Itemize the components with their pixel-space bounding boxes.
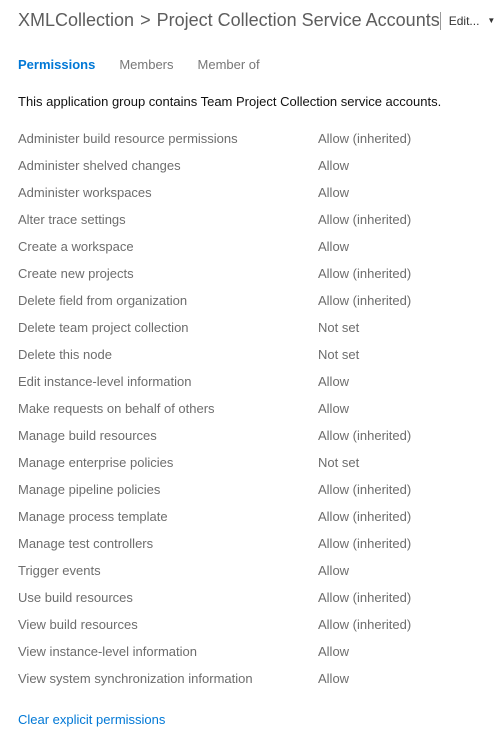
permission-value[interactable]: Allow [318, 374, 484, 389]
breadcrumb: XMLCollection > Project Collection Servi… [18, 10, 440, 31]
permission-row[interactable]: Delete this nodeNot set [18, 341, 484, 368]
tabs: Permissions Members Member of [18, 57, 484, 72]
group-description: This application group contains Team Pro… [18, 94, 484, 109]
permission-value[interactable]: Allow [318, 644, 484, 659]
permission-value[interactable]: Allow [318, 563, 484, 578]
permission-name: Manage build resources [18, 428, 318, 443]
permission-row[interactable]: Manage process templateAllow (inherited) [18, 503, 484, 530]
permissions-table: Administer build resource permissionsAll… [18, 125, 484, 692]
permission-value[interactable]: Allow (inherited) [318, 131, 484, 146]
permission-name: Manage enterprise policies [18, 455, 318, 470]
permission-row[interactable]: View instance-level informationAllow [18, 638, 484, 665]
permission-row[interactable]: Manage pipeline policiesAllow (inherited… [18, 476, 484, 503]
breadcrumb-collection[interactable]: XMLCollection [18, 10, 134, 31]
permission-name: Manage process template [18, 509, 318, 524]
permission-row[interactable]: Delete field from organizationAllow (inh… [18, 287, 484, 314]
breadcrumb-separator: > [140, 10, 151, 31]
permission-name: View build resources [18, 617, 318, 632]
permission-row[interactable]: Alter trace settingsAllow (inherited) [18, 206, 484, 233]
tab-memberof[interactable]: Member of [198, 57, 260, 72]
permission-name: Manage test controllers [18, 536, 318, 551]
permission-value[interactable]: Allow (inherited) [318, 212, 484, 227]
permission-row[interactable]: Use build resourcesAllow (inherited) [18, 584, 484, 611]
permission-name: Manage pipeline policies [18, 482, 318, 497]
permission-value[interactable]: Not set [318, 320, 484, 335]
tab-permissions[interactable]: Permissions [18, 57, 95, 72]
permission-row[interactable]: Manage test controllersAllow (inherited) [18, 530, 484, 557]
permission-row[interactable]: Manage build resourcesAllow (inherited) [18, 422, 484, 449]
permission-name: Create a workspace [18, 239, 318, 254]
permission-name: Administer workspaces [18, 185, 318, 200]
permission-name: View system synchronization information [18, 671, 318, 686]
header-divider [440, 12, 441, 30]
permission-name: Delete this node [18, 347, 318, 362]
tab-members[interactable]: Members [119, 57, 173, 72]
permission-row[interactable]: Edit instance-level informationAllow [18, 368, 484, 395]
permission-name: Administer build resource permissions [18, 131, 318, 146]
permission-row[interactable]: Administer build resource permissionsAll… [18, 125, 484, 152]
breadcrumb-group: Project Collection Service Accounts [157, 10, 440, 31]
permission-value[interactable]: Allow [318, 158, 484, 173]
permission-value[interactable]: Allow (inherited) [318, 482, 484, 497]
permission-value[interactable]: Allow [318, 239, 484, 254]
permission-name: Delete team project collection [18, 320, 318, 335]
permission-name: Delete field from organization [18, 293, 318, 308]
permission-value[interactable]: Allow (inherited) [318, 266, 484, 281]
permission-name: Administer shelved changes [18, 158, 318, 173]
permission-name: Create new projects [18, 266, 318, 281]
permission-value[interactable]: Allow (inherited) [318, 293, 484, 308]
permission-value[interactable]: Allow (inherited) [318, 536, 484, 551]
permission-value[interactable]: Allow (inherited) [318, 509, 484, 524]
permission-value[interactable]: Allow [318, 185, 484, 200]
permission-name: Alter trace settings [18, 212, 318, 227]
permission-name: Trigger events [18, 563, 318, 578]
permission-name: Use build resources [18, 590, 318, 605]
permission-row[interactable]: Create a workspaceAllow [18, 233, 484, 260]
permission-value[interactable]: Allow [318, 401, 484, 416]
permission-value[interactable]: Not set [318, 455, 484, 470]
permission-name: Make requests on behalf of others [18, 401, 318, 416]
permission-value[interactable]: Allow (inherited) [318, 428, 484, 443]
permission-row[interactable]: Administer workspacesAllow [18, 179, 484, 206]
permission-name: View instance-level information [18, 644, 318, 659]
permission-value[interactable]: Not set [318, 347, 484, 362]
permission-name: Edit instance-level information [18, 374, 318, 389]
permission-value[interactable]: Allow (inherited) [318, 590, 484, 605]
permission-row[interactable]: Make requests on behalf of othersAllow [18, 395, 484, 422]
clear-permissions-link[interactable]: Clear explicit permissions [18, 712, 165, 727]
chevron-down-icon[interactable]: ▼ [487, 16, 495, 25]
permission-row[interactable]: Administer shelved changesAllow [18, 152, 484, 179]
permission-row[interactable]: Manage enterprise policiesNot set [18, 449, 484, 476]
permission-row[interactable]: Trigger eventsAllow [18, 557, 484, 584]
permission-row[interactable]: View build resourcesAllow (inherited) [18, 611, 484, 638]
permission-value[interactable]: Allow (inherited) [318, 617, 484, 632]
permission-value[interactable]: Allow [318, 671, 484, 686]
permission-row[interactable]: Create new projectsAllow (inherited) [18, 260, 484, 287]
permission-row[interactable]: View system synchronization informationA… [18, 665, 484, 692]
edit-button[interactable]: Edit... [449, 14, 480, 28]
permission-row[interactable]: Delete team project collectionNot set [18, 314, 484, 341]
